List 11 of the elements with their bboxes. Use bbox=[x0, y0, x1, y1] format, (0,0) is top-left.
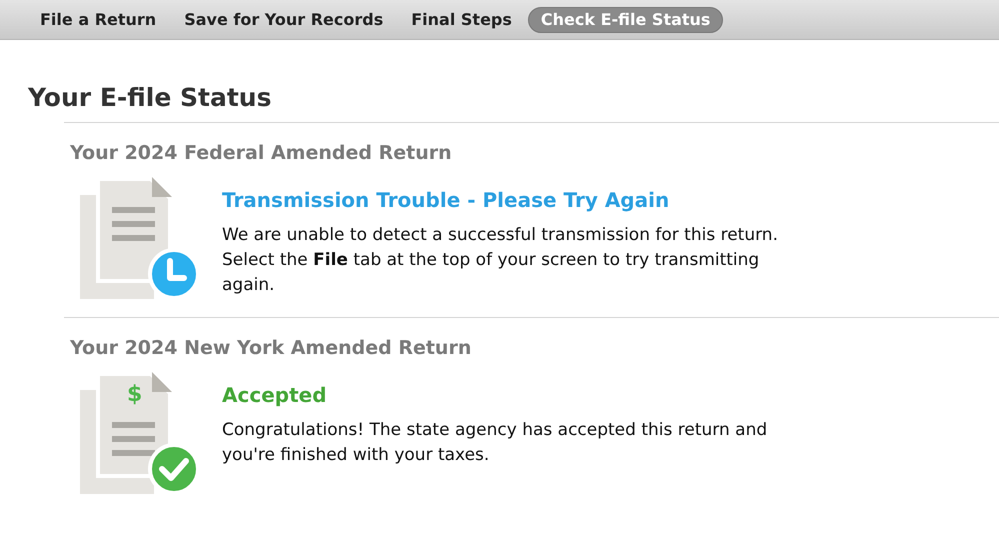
status-title: Transmission Trouble - Please Try Again bbox=[222, 187, 670, 213]
status-message: Congratulations! The state agency has accepted this return and you're finished with your taxes. bbox=[222, 419, 768, 467]
page-title: Your E-file Status bbox=[28, 82, 272, 114]
status-message: We are unable to detect a successful transmission for this return. Select the File tab at the top of your screen to try transmitting again. bbox=[222, 224, 779, 297]
dollar-sign: $ bbox=[127, 382, 142, 408]
return-heading: Your 2024 New York Amended Return bbox=[70, 336, 472, 360]
nav-tab[interactable]: Final Steps bbox=[399, 6, 524, 32]
nav-tab[interactable]: File a Return bbox=[28, 6, 168, 32]
nav-tab[interactable]: Save for Your Records bbox=[172, 6, 396, 32]
return-heading: Your 2024 Federal Amended Return bbox=[70, 141, 453, 165]
status-title: Accepted bbox=[222, 382, 328, 408]
